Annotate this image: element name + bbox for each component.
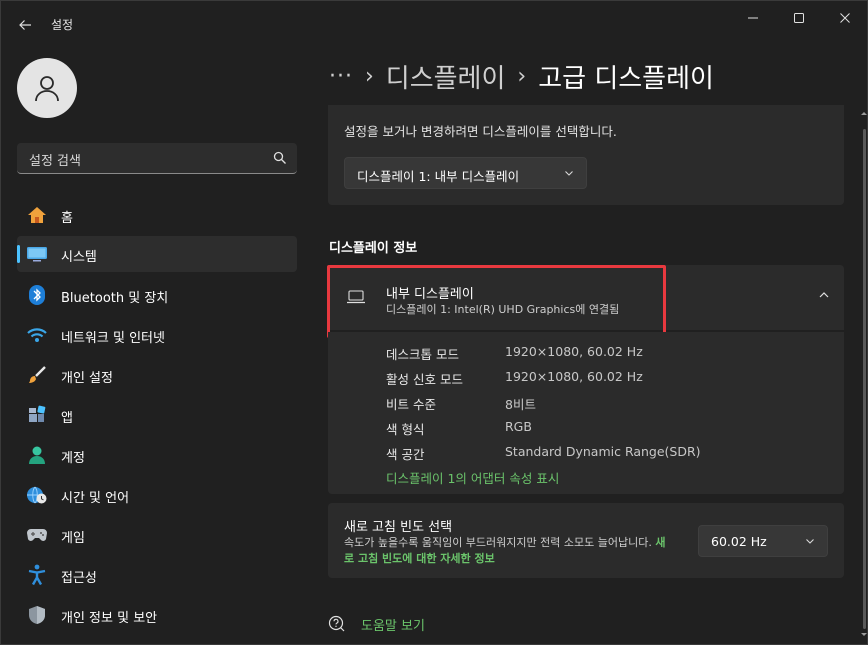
section-title-display-info: 디스플레이 정보 (329, 241, 418, 256)
home-icon (26, 205, 48, 225)
property-row: 색 공간 Standard Dynamic Range(SDR) (386, 444, 826, 464)
chevron-right-icon: › (364, 63, 374, 89)
user-icon (35, 76, 59, 102)
maximize-icon (794, 13, 804, 23)
sidebar-item-bluetooth[interactable]: Bluetooth 및 장치 (17, 277, 297, 313)
sidebar-item-label: 게임 (61, 531, 85, 546)
search-icon[interactable] (273, 151, 287, 165)
chevron-down-icon (806, 539, 814, 544)
bluetooth-icon (26, 285, 48, 305)
property-value: Standard Dynamic Range(SDR) (505, 444, 701, 459)
property-label: 비트 수준 (386, 397, 436, 412)
sidebar-item-label: 접근성 (61, 571, 97, 586)
sidebar-item-personalization[interactable]: 개인 설정 (17, 357, 297, 393)
back-button[interactable] (11, 11, 39, 39)
display-select-card: 설정을 보거나 변경하려면 디스플레이를 선택합니다. 디스플레이 1: 내부 … (328, 105, 844, 205)
arrow-left-icon (19, 20, 31, 30)
highlight-box (327, 265, 666, 338)
breadcrumb: ··· › 디스플레이 › 고급 디스플레이 (329, 56, 714, 96)
property-row: 데스크톱 모드 1920×1080, 60.02 Hz (386, 344, 826, 364)
property-value: 1920×1080, 60.02 Hz (505, 344, 643, 359)
sidebar-item-home[interactable]: 홈 (17, 197, 297, 233)
title-bar: 설정 (1, 1, 867, 47)
sidebar-item-label: 시간 및 언어 (61, 491, 130, 506)
sidebar-item-time-language[interactable]: 시간 및 언어 (17, 477, 297, 513)
help-link[interactable]: 도움말 보기 (327, 613, 425, 635)
sidebar-item-system[interactable]: 시스템 (17, 236, 297, 272)
sidebar-item-network[interactable]: 네트워크 및 인터넷 (17, 317, 297, 353)
display-info-details: 데스크톱 모드 1920×1080, 60.02 Hz 활성 신호 모드 192… (328, 332, 844, 494)
minimize-icon (748, 17, 758, 19)
app-title: 설정 (51, 18, 74, 32)
scroll-down-arrow-icon[interactable] (860, 631, 868, 639)
refresh-rate-description: 속도가 높을수록 움직임이 부드러워지지만 전력 소모도 늘어납니다. 새로 고… (344, 535, 674, 567)
chevron-down-icon (565, 171, 573, 176)
refresh-rate-card: 새로 고침 빈도 선택 속도가 높을수록 움직임이 부드러워지지만 전력 소모도… (328, 503, 844, 578)
globe-clock-icon (26, 485, 48, 505)
property-label: 데스크톱 모드 (386, 347, 459, 362)
property-row: 비트 수준 8비트 (386, 394, 826, 414)
close-button[interactable] (823, 3, 867, 33)
scroll-up-arrow-icon[interactable] (860, 109, 868, 117)
sidebar-item-label: 홈 (61, 211, 73, 226)
brush-icon (26, 365, 48, 385)
accessibility-icon (26, 564, 48, 586)
help-chat-icon (327, 614, 347, 634)
adapter-properties-link[interactable]: 디스플레이 1의 어댑터 속성 표시 (386, 468, 559, 487)
refresh-rate-value: 60.02 Hz (711, 534, 767, 549)
property-row: 색 형식 RGB (386, 419, 826, 439)
sidebar-item-apps[interactable]: 앱 (17, 397, 297, 433)
close-icon (840, 13, 850, 23)
shield-icon (26, 605, 48, 625)
property-value: 8비트 (505, 397, 536, 412)
sidebar-item-label: Bluetooth 및 장치 (61, 291, 169, 306)
sidebar-item-accessibility[interactable]: 접근성 (17, 557, 297, 593)
sidebar-item-label: 계정 (61, 451, 85, 466)
minimize-button[interactable] (731, 3, 775, 33)
scrollbar-thumb[interactable] (863, 129, 866, 629)
system-icon (26, 244, 48, 264)
refresh-rate-dropdown[interactable]: 60.02 Hz (698, 525, 828, 557)
apps-icon (26, 405, 48, 425)
property-value: 1920×1080, 60.02 Hz (505, 369, 643, 384)
property-row: 활성 신호 모드 1920×1080, 60.02 Hz (386, 369, 826, 389)
sidebar-item-label: 네트워크 및 인터넷 (61, 331, 165, 346)
refresh-rate-title: 새로 고침 빈도 선택 (344, 520, 453, 535)
avatar[interactable] (17, 58, 77, 118)
refresh-rate-description-text: 속도가 높을수록 움직임이 부드러워지지만 전력 소모도 늘어납니다. (344, 536, 652, 549)
chevron-right-icon: › (517, 63, 527, 89)
property-label: 활성 신호 모드 (386, 372, 463, 387)
sidebar-item-gaming[interactable]: 게임 (17, 517, 297, 553)
selection-indicator (17, 245, 20, 263)
wifi-icon (26, 325, 48, 345)
sidebar-item-label: 시스템 (61, 250, 97, 265)
property-label: 색 공간 (386, 447, 425, 462)
display-select-value: 디스플레이 1: 내부 디스플레이 (357, 169, 520, 184)
gamepad-icon (26, 525, 48, 545)
sidebar-item-label: 개인 정보 및 보안 (61, 611, 158, 626)
property-value: RGB (505, 419, 532, 434)
sidebar-item-accounts[interactable]: 계정 (17, 437, 297, 473)
account-icon (26, 445, 48, 465)
display-select-dropdown[interactable]: 디스플레이 1: 내부 디스플레이 (344, 157, 587, 189)
property-label: 색 형식 (386, 422, 425, 437)
chevron-up-icon[interactable] (818, 289, 830, 301)
search-input[interactable]: 설정 검색 (29, 150, 81, 169)
sidebar-item-label: 앱 (61, 411, 73, 426)
sidebar-item-label: 개인 설정 (61, 371, 113, 386)
breadcrumb-item-display[interactable]: 디스플레이 (386, 58, 506, 95)
help-label: 도움말 보기 (361, 618, 425, 634)
settings-window: 설정 설정 검색 홈 시스템 Bluetooth 및 장치 네트워크 및 인터넷… (0, 0, 868, 645)
breadcrumb-more-button[interactable]: ··· (329, 64, 353, 89)
maximize-button[interactable] (777, 3, 821, 33)
display-select-description: 설정을 보거나 변경하려면 디스플레이를 선택합니다. (344, 124, 617, 139)
page-title: 고급 디스플레이 (538, 63, 714, 94)
sidebar-item-privacy[interactable]: 개인 정보 및 보안 (17, 597, 297, 633)
search-box[interactable]: 설정 검색 (17, 143, 297, 174)
